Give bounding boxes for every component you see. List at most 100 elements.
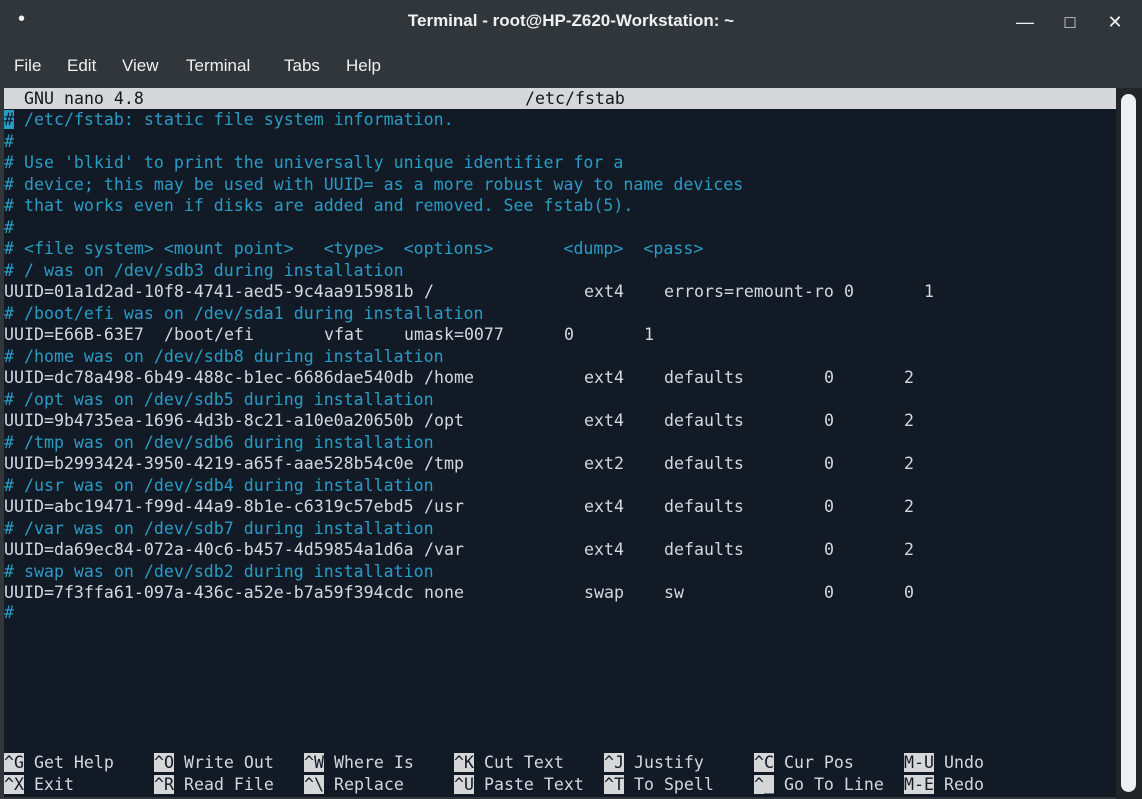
entry-dump: 0: [824, 497, 834, 516]
shortcut-label: Justify: [623, 753, 704, 772]
window-title: Terminal - root@HP-Z620-Workstation: ~: [407, 11, 735, 30]
comment-line: #: [4, 603, 14, 622]
entry-dump: 0: [844, 282, 854, 301]
shortcut-go-to-line[interactable]: ^_ Go To Line: [754, 774, 884, 796]
entry-type: ext4: [584, 540, 624, 559]
fstab-entry: UUID=abc19471-f99d-44a9-8b1e-c6319c57ebd…: [4, 496, 1114, 518]
shortcut-cut-text[interactable]: ^K Cut Text: [454, 752, 564, 774]
shortcut-write-out[interactable]: ^O Write Out: [154, 752, 274, 774]
shortcut-label: Get Help: [23, 753, 114, 772]
shortcut-label: Read File: [173, 774, 274, 794]
shortcut-redo[interactable]: M-E Redo: [904, 774, 984, 796]
entry-pass: 2: [904, 454, 914, 473]
menu-file[interactable]: File: [14, 56, 41, 76]
window-titlebar: • Terminal - root@HP-Z620-Workstation: ~…: [0, 0, 1142, 44]
menu-bar: File Edit View Terminal Tabs Help: [0, 44, 1142, 88]
shortcut-key: ^X: [4, 774, 24, 794]
shortcut-where-is[interactable]: ^W Where Is: [304, 752, 414, 774]
entry-pass: 0: [904, 583, 914, 602]
entry-dump: 0: [564, 325, 574, 344]
entry-pass: 2: [904, 368, 914, 387]
comment-line: # /tmp was on /dev/sdb6 during installat…: [4, 432, 434, 452]
entry-type: ext2: [584, 454, 624, 473]
shortcut-label: Write Out: [173, 753, 274, 772]
comment-line: #: [4, 131, 14, 151]
comment-line: # device; this may be used with UUID= as…: [4, 174, 744, 194]
fstab-entry: UUID=b2993424-3950-4219-a65f-aae528b54c0…: [4, 453, 1114, 475]
shortcut-undo[interactable]: M-U Undo: [904, 752, 984, 774]
comment-line: # /home was on /dev/sdb8 during installa…: [4, 346, 444, 366]
fstab-entry: UUID=7f3ffa61-097a-436c-a52e-b7a59f394cd…: [4, 582, 1114, 604]
shortcut-justify[interactable]: ^J Justify: [604, 752, 704, 774]
shortcut-cur-pos[interactable]: ^C Cur Pos: [754, 752, 854, 774]
terminal-area[interactable]: GNU nano 4.8 /etc/fstab # /etc/fstab: st…: [4, 88, 1116, 797]
entry-options: defaults: [664, 540, 744, 559]
shortcut-label: Where Is: [323, 753, 414, 772]
shortcut-key: ^W: [304, 753, 324, 772]
comment-line: # /boot/efi was on /dev/sda1 during inst…: [4, 303, 484, 323]
entry-mount: /: [424, 282, 434, 301]
shortcut-label: To Spell: [623, 774, 714, 794]
maximize-icon[interactable]: □: [1057, 9, 1083, 35]
entry-fs: UUID=01a1d2ad-10f8-4741-aed5-9c4aa915981…: [4, 282, 414, 301]
entry-mount: /usr: [424, 497, 464, 516]
entry-options: defaults: [664, 411, 744, 430]
fstab-entry: UUID=9b4735ea-1696-4d3b-8c21-a10e0a20650…: [4, 410, 1114, 432]
entry-options: umask=0077: [404, 325, 504, 344]
shortcut-label: Redo: [933, 774, 984, 794]
shortcut-paste-text[interactable]: ^U Paste Text: [454, 774, 584, 796]
shortcut-exit[interactable]: ^X Exit: [4, 774, 74, 796]
entry-options: errors=remount-ro: [664, 282, 834, 301]
shortcut-key: ^C: [754, 753, 774, 772]
entry-mount: /opt: [424, 411, 464, 430]
entry-pass: 2: [904, 497, 914, 516]
comment-line: # <file system> <mount point> <type> <op…: [4, 239, 704, 258]
entry-options: sw: [664, 583, 684, 602]
text-cursor: #: [4, 110, 14, 129]
entry-fs: UUID=9b4735ea-1696-4d3b-8c21-a10e0a20650…: [4, 411, 414, 430]
comment-line: # swap was on /dev/sdb2 during installat…: [4, 561, 434, 581]
entry-pass: 2: [904, 540, 914, 559]
shortcut-key: M-U: [904, 753, 934, 772]
menu-tabs[interactable]: Tabs: [284, 56, 320, 76]
shortcut-label: Paste Text: [473, 774, 584, 794]
fstab-entry: UUID=E66B-63E7/boot/efi vfat umask=0077 0 1: [4, 324, 1114, 346]
entry-options: defaults: [664, 368, 744, 387]
shortcut-read-file[interactable]: ^R Read File: [154, 774, 274, 796]
shortcut-replace[interactable]: ^\ Replace: [304, 774, 404, 796]
menu-help[interactable]: Help: [346, 56, 381, 76]
shortcut-key: ^U: [454, 774, 474, 794]
comment-line: # /var was on /dev/sdb7 during installat…: [4, 518, 434, 538]
entry-mount: none: [424, 583, 464, 602]
entry-pass: 1: [924, 282, 934, 301]
entry-options: defaults: [664, 454, 744, 473]
scrollbar[interactable]: [1116, 88, 1142, 799]
shortcut-key: ^O: [154, 753, 174, 772]
entry-mount: /tmp: [424, 454, 464, 473]
shortcut-label: Replace: [323, 774, 404, 794]
shortcut-key: ^R: [154, 774, 174, 794]
shortcut-get-help[interactable]: ^G Get Help: [4, 752, 114, 774]
minimize-icon[interactable]: —: [1012, 9, 1038, 35]
entry-fs: UUID=b2993424-3950-4219-a65f-aae528b54c0…: [4, 454, 414, 473]
menu-terminal[interactable]: Terminal: [186, 56, 250, 76]
comment-line: # /opt was on /dev/sdb5 during installat…: [4, 389, 434, 409]
close-icon[interactable]: ✕: [1102, 9, 1128, 35]
scrollbar-thumb[interactable]: [1121, 94, 1136, 792]
entry-fs: UUID=E66B-63E7: [4, 325, 144, 344]
shortcut-key: ^J: [604, 753, 624, 772]
menu-view[interactable]: View: [122, 56, 159, 76]
entry-dump: 0: [824, 583, 834, 602]
entry-fs: UUID=7f3ffa61-097a-436c-a52e-b7a59f394cd…: [4, 583, 414, 602]
shortcut-to-spell[interactable]: ^T To Spell: [604, 774, 714, 796]
menu-edit[interactable]: Edit: [67, 56, 96, 76]
entry-mount: /boot/efi: [164, 325, 254, 344]
shortcut-key: ^_: [754, 774, 774, 794]
entry-fs: UUID=da69ec84-072a-40c6-b457-4d59854a1d6…: [4, 540, 414, 559]
comment-line: # / was on /dev/sdb3 during installation: [4, 260, 404, 280]
entry-dump: 0: [824, 454, 834, 473]
nano-filename: /etc/fstab: [525, 89, 625, 108]
entry-fs: UUID=dc78a498-6b49-488c-b1ec-6686dae540d…: [4, 368, 414, 387]
shortcut-label: Exit: [23, 774, 74, 794]
entry-type: ext4: [584, 497, 624, 516]
